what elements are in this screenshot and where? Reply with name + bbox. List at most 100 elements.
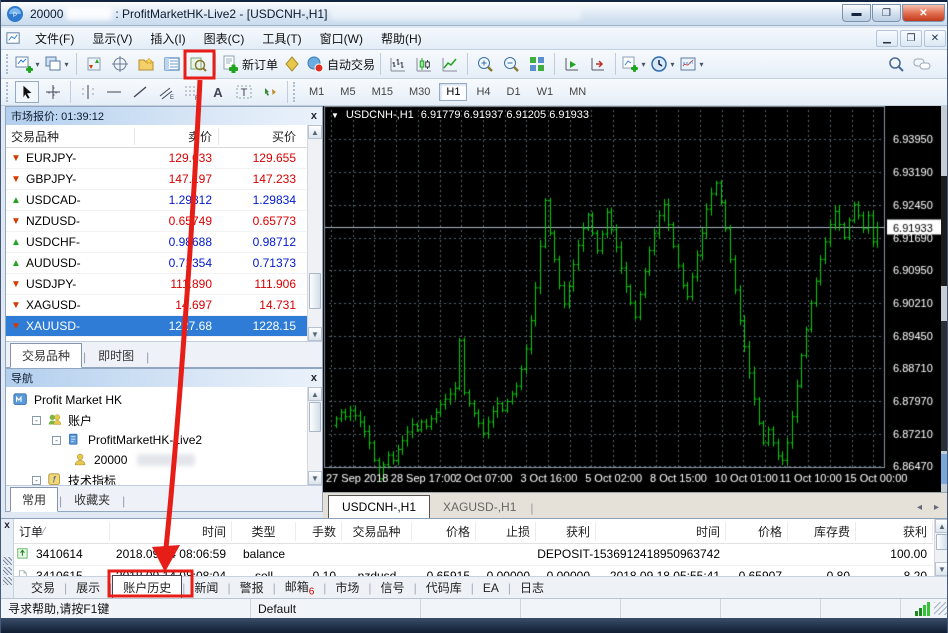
navigator-toggle-button[interactable] bbox=[134, 52, 158, 76]
arrows-dd-tool[interactable] bbox=[258, 81, 282, 103]
toolbar-grip[interactable] bbox=[6, 82, 11, 102]
timeframe-mn[interactable]: MN bbox=[562, 83, 593, 101]
terminal-tab-信号[interactable]: 信号 bbox=[372, 577, 414, 598]
menu-item-3[interactable]: 图表(C) bbox=[195, 28, 254, 49]
market-watch-row[interactable]: ▼USDJPY-111.890111.906 bbox=[6, 274, 322, 295]
market-watch-caption[interactable]: 市场报价: 01:39:12 x bbox=[6, 107, 322, 125]
terminal-tab-新闻[interactable]: 新闻 bbox=[185, 577, 227, 598]
toolbar-grip[interactable] bbox=[293, 82, 298, 102]
column-header-10[interactable]: 库存费 bbox=[788, 522, 856, 541]
menu-item-4[interactable]: 工具(T) bbox=[253, 28, 310, 49]
timeframe-d1[interactable]: D1 bbox=[500, 83, 528, 101]
terminal-tab-ea[interactable]: EA bbox=[474, 579, 508, 597]
market-watch-row[interactable]: ▲USDCHF-0.986880.98712 bbox=[6, 232, 322, 253]
expander-icon[interactable]: - bbox=[32, 476, 41, 485]
menu-item-5[interactable]: 窗口(W) bbox=[311, 28, 372, 49]
tree-item-profitmarkethk-live2[interactable]: -ProfitMarketHK-Live2 bbox=[6, 430, 322, 450]
column-header-11[interactable]: 获利 bbox=[856, 522, 933, 541]
terminal-tab-展示[interactable]: 展示 bbox=[67, 577, 109, 598]
new-order-button[interactable]: 新订单 bbox=[221, 52, 278, 76]
timeframe-h4[interactable]: H4 bbox=[469, 83, 497, 101]
column-header-9[interactable]: 价格 bbox=[726, 522, 788, 541]
price-chart[interactable] bbox=[323, 106, 948, 492]
auto-scroll-button[interactable] bbox=[560, 52, 584, 76]
chart-line-button[interactable] bbox=[438, 52, 462, 76]
terminal-tab-账户历史[interactable]: 账户历史 bbox=[112, 575, 182, 600]
market-watch-row[interactable]: ▼EURJPY-129.633129.655 bbox=[6, 148, 322, 169]
vline-tool[interactable] bbox=[76, 81, 100, 103]
column-header-0[interactable]: 订单 ∕ bbox=[14, 522, 110, 541]
chevron-down-icon[interactable]: ▾ bbox=[33, 60, 42, 69]
status-profile[interactable]: Default bbox=[251, 599, 421, 618]
text-a-tool[interactable]: A bbox=[206, 81, 230, 103]
chevron-down-icon[interactable]: ▾ bbox=[62, 60, 71, 69]
expander-icon[interactable]: - bbox=[32, 416, 41, 425]
timeframe-w1[interactable]: W1 bbox=[530, 83, 561, 101]
child-minimize-button[interactable]: ▁ bbox=[876, 30, 898, 47]
navigator-caption[interactable]: 导航 x bbox=[6, 369, 322, 387]
child-close-button[interactable]: ✕ bbox=[924, 30, 946, 47]
terminal-toggle-button[interactable] bbox=[160, 52, 184, 76]
timeframe-m5[interactable]: M5 bbox=[333, 83, 362, 101]
resize-grip[interactable] bbox=[934, 602, 947, 615]
chart-tab-1[interactable]: XAGUSD-,H1 bbox=[430, 496, 529, 518]
tree-item-profit-market-hk[interactable]: Profit Market HK bbox=[6, 390, 322, 410]
channel-tool[interactable]: E bbox=[154, 81, 178, 103]
column-header-7[interactable]: 获利 bbox=[536, 522, 596, 541]
market-watch-tab-1[interactable]: 即时图 bbox=[87, 344, 145, 367]
market-watch-toggle-button[interactable] bbox=[82, 52, 106, 76]
terminal-tab-代码库[interactable]: 代码库 bbox=[417, 577, 471, 598]
market-watch-tab-0[interactable]: 交易品种 bbox=[10, 343, 82, 368]
market-watch-row[interactable]: ▼GBPJPY-147.197147.233 bbox=[6, 169, 322, 190]
terminal-tab-邮箱[interactable]: 邮箱6 bbox=[276, 576, 324, 599]
cursor-tool[interactable] bbox=[15, 81, 39, 103]
column-header-6[interactable]: 止损 bbox=[476, 522, 536, 541]
hline-tool[interactable] bbox=[102, 81, 126, 103]
profiles-button[interactable]: ▾ bbox=[44, 52, 71, 76]
expander-icon[interactable]: - bbox=[52, 436, 61, 445]
templates-button[interactable]: ▾ bbox=[679, 52, 706, 76]
close-icon[interactable]: x bbox=[311, 372, 317, 384]
autotrading-button[interactable]: 自动交易 bbox=[306, 52, 375, 76]
column-header-1[interactable]: 时间 bbox=[110, 522, 232, 541]
column-header-4[interactable]: 交易品种 bbox=[342, 522, 412, 541]
menu-item-1[interactable]: 显示(V) bbox=[83, 28, 141, 49]
market-watch-row[interactable]: ▼XAUUSD-1227.681228.15 bbox=[6, 316, 322, 337]
fibonacci-tool[interactable]: F bbox=[180, 81, 204, 103]
tile-windows-button[interactable] bbox=[525, 52, 549, 76]
strategy-tester-button[interactable] bbox=[186, 52, 210, 76]
restore-button[interactable]: ❐ bbox=[872, 4, 901, 22]
terminal-scrollbar[interactable]: ▲ ▼ bbox=[934, 519, 948, 577]
terminal-tab-交易[interactable]: 交易 bbox=[22, 577, 64, 598]
column-header-8[interactable]: 时间 bbox=[596, 522, 726, 541]
market-watch-row[interactable]: ▼XAGUSD-14.69714.731 bbox=[6, 295, 322, 316]
toolbar-grip[interactable] bbox=[6, 54, 11, 74]
tree-item--[interactable]: -账户 bbox=[6, 410, 322, 430]
menu-item-2[interactable]: 插入(I) bbox=[141, 28, 194, 49]
close-button[interactable]: ✕ bbox=[902, 4, 945, 22]
text-label-tool[interactable]: T bbox=[232, 81, 256, 103]
menu-item-6[interactable]: 帮助(H) bbox=[372, 28, 431, 49]
history-row[interactable]: 34106142018.09.14 08:06:59balanceDEPOSIT… bbox=[14, 544, 933, 566]
chevron-down-icon[interactable]: ▾ bbox=[697, 60, 706, 69]
chart-bars-button[interactable] bbox=[386, 52, 410, 76]
chart-window[interactable]: ▼ USDCNH-,H1 6.91779 6.91937 6.91205 6.9… bbox=[323, 106, 948, 492]
navigator-tab-1[interactable]: 收藏夹 bbox=[63, 488, 121, 511]
child-restore-button[interactable]: ❐ bbox=[900, 30, 922, 47]
chart-tab-scroll-arrows[interactable]: ◂▸ bbox=[917, 502, 939, 518]
zoom-out-button[interactable] bbox=[499, 52, 523, 76]
periods-button[interactable]: ▾ bbox=[650, 52, 677, 76]
column-header-2[interactable]: 类型 bbox=[232, 522, 296, 541]
timeframe-h1[interactable]: H1 bbox=[439, 83, 467, 101]
column-header-5[interactable]: 价格 bbox=[412, 522, 476, 541]
chevron-down-icon[interactable]: ▾ bbox=[639, 60, 648, 69]
data-window-toggle-button[interactable] bbox=[108, 52, 132, 76]
terminal-tab-日志[interactable]: 日志 bbox=[511, 577, 553, 598]
indicators-button[interactable]: ▾ bbox=[621, 52, 648, 76]
timeframe-m30[interactable]: M30 bbox=[402, 83, 437, 101]
timeframe-m1[interactable]: M1 bbox=[302, 83, 331, 101]
navigator-tab-0[interactable]: 常用 bbox=[10, 487, 58, 512]
close-icon[interactable]: x bbox=[1, 520, 13, 531]
market-watch-row[interactable]: ▲AUDUSD-0.713540.71373 bbox=[6, 253, 322, 274]
chat-button[interactable] bbox=[910, 52, 934, 76]
